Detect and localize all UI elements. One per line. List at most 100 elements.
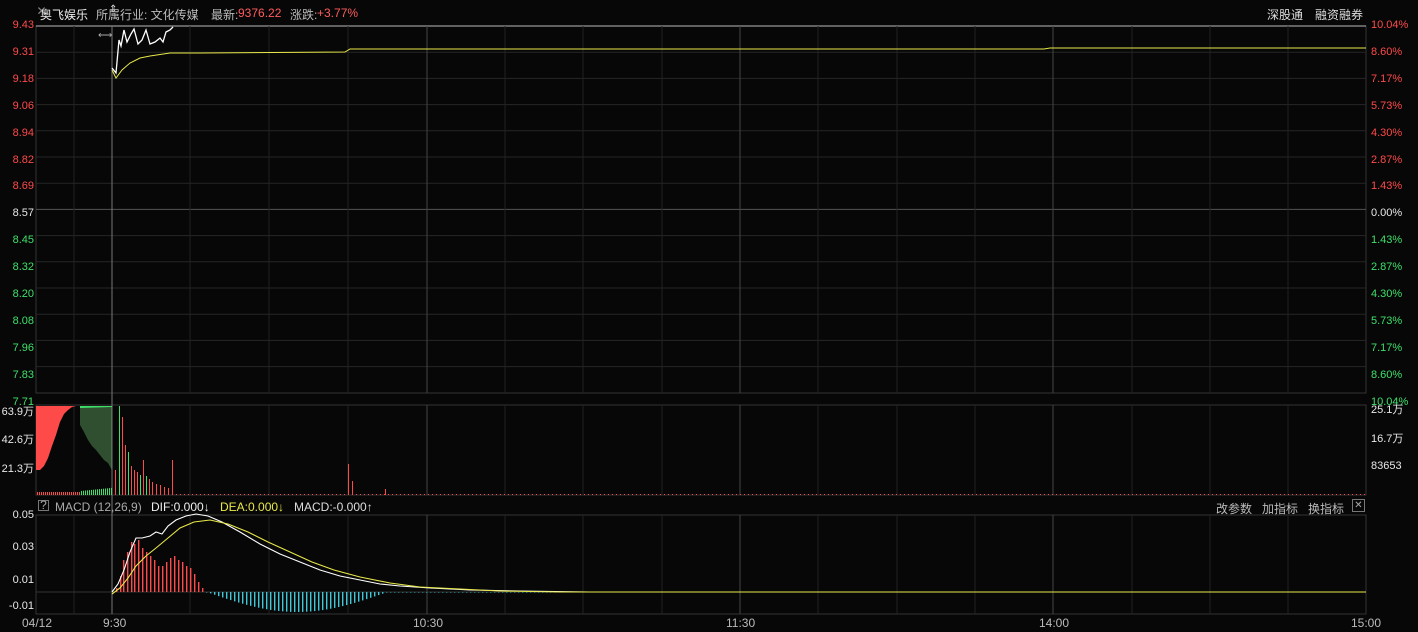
volume-bar: [932, 494, 933, 495]
volume-tick-label: 63.9万: [1, 406, 34, 418]
volume-bar: [428, 494, 429, 495]
macd-histogram-bar: [462, 592, 464, 593]
macd-histogram-bar: [294, 592, 296, 612]
macd-histogram-bar: [242, 592, 244, 604]
volume-bar: [53, 492, 54, 495]
volume-bar: [756, 494, 757, 495]
macd-histogram-bar: [398, 592, 400, 593]
volume-bar: [268, 494, 269, 495]
volume-bar: [768, 494, 769, 495]
macd-histogram-bar: [402, 592, 404, 593]
volume-bar: [1008, 494, 1009, 495]
volume-bar: [1356, 494, 1357, 495]
volume-bar: [744, 494, 745, 495]
margin-trading-flag[interactable]: 融资融券: [1315, 6, 1363, 23]
volume-bar: [656, 494, 657, 495]
volume-bar: [424, 494, 425, 495]
volume-bar: [83, 490, 84, 495]
volume-bar: [1152, 494, 1153, 495]
volume-bar: [1196, 494, 1197, 495]
help-icon[interactable]: ?: [38, 499, 49, 511]
volume-bar: [101, 488, 102, 495]
volume-bar: [508, 494, 509, 495]
volume-bar: [196, 494, 197, 495]
volume-bar: [1216, 494, 1217, 495]
volume-bar: [1292, 494, 1293, 495]
price-tick-label: 9.31: [12, 45, 34, 58]
volume-bar: [560, 494, 561, 495]
volume-bar: [780, 494, 781, 495]
volume-bar: [580, 494, 581, 495]
volume-bar: [388, 494, 389, 495]
macd-histogram-bar: [354, 592, 356, 603]
volume-bar: [492, 494, 493, 495]
macd-histogram-bar: [478, 592, 480, 593]
volume-bar: [628, 494, 629, 495]
volume-bar: [81, 490, 82, 495]
macd-histogram-bar: [474, 592, 476, 593]
macd-histogram-bar: [438, 592, 440, 593]
macd-histogram-bar: [146, 552, 148, 592]
volume-bar: [840, 494, 841, 495]
volume-bar: [236, 494, 237, 495]
volume-bar: [212, 494, 213, 495]
percent-tick-label: 4.30%: [1371, 126, 1403, 139]
volume-bar: [1252, 494, 1253, 495]
price-tick-label: 8.20: [12, 288, 34, 300]
volume-bar: [904, 494, 905, 495]
add-indicator-button[interactable]: 加指标: [1262, 500, 1298, 517]
macd-tick-label: 0.01: [12, 574, 34, 586]
volume-bar: [644, 494, 645, 495]
price-tick-label: 9.06: [12, 99, 34, 112]
macd-histogram-bar: [202, 588, 204, 592]
macd-histogram-bar: [382, 592, 384, 594]
volume-bar: [528, 494, 529, 495]
volume-bar: [1240, 494, 1241, 495]
intraday-chart[interactable]: ⟷⇕: [0, 0, 1418, 632]
volume-bar: [122, 417, 123, 495]
volume-bar: [111, 487, 112, 495]
volume-bar: [324, 494, 325, 495]
macd-histogram-bar: [166, 562, 168, 592]
volume-bar: [1324, 494, 1325, 495]
time-label-1400: 14:00: [1039, 616, 1070, 630]
volume-bar: [95, 489, 96, 495]
volume-bar: [284, 494, 285, 495]
close-icon[interactable]: ✕: [1352, 499, 1365, 512]
volume-bar: [960, 494, 961, 495]
macd-histogram-bar: [266, 592, 268, 610]
macd-histogram-bar: [522, 592, 524, 593]
switch-indicator-button[interactable]: 换指标: [1308, 500, 1344, 517]
volume-bar: [664, 494, 665, 495]
volume-bar: [836, 494, 837, 495]
macd-histogram-bar: [206, 592, 208, 593]
macd-histogram-bar: [194, 574, 196, 592]
volume-bar: [928, 494, 929, 495]
macd-histogram-bar: [142, 548, 144, 592]
volume-bar: [260, 494, 261, 495]
macd-histogram-bar: [434, 592, 436, 593]
volume-bar: [888, 494, 889, 495]
percent-tick-label: 7.17%: [1371, 341, 1403, 354]
volume-bar: [1020, 494, 1021, 495]
volume-bar: [103, 488, 104, 495]
volume-bar: [376, 494, 377, 495]
macd-name[interactable]: MACD (12,26,9): [55, 500, 142, 514]
shenzhen-connect-flag[interactable]: 深股通: [1267, 6, 1303, 23]
price-tick-label: 8.08: [12, 314, 34, 327]
edit-params-button[interactable]: 改参数: [1216, 500, 1252, 517]
volume-bar: [1072, 494, 1073, 495]
volume-bar: [464, 494, 465, 495]
volume-bar: [204, 494, 205, 495]
volume-bar: [41, 492, 42, 495]
volume-bar: [924, 494, 925, 495]
volume-bar: [804, 494, 805, 495]
volume-bar: [996, 494, 997, 495]
volume-bar: [1272, 494, 1273, 495]
volume-bar: [584, 494, 585, 495]
volume-bar: [604, 494, 605, 495]
volume-bar: [192, 494, 193, 495]
price-tick-label: 7.96: [12, 341, 34, 354]
volume-bar: [312, 494, 313, 495]
volume-bar: [572, 494, 573, 495]
